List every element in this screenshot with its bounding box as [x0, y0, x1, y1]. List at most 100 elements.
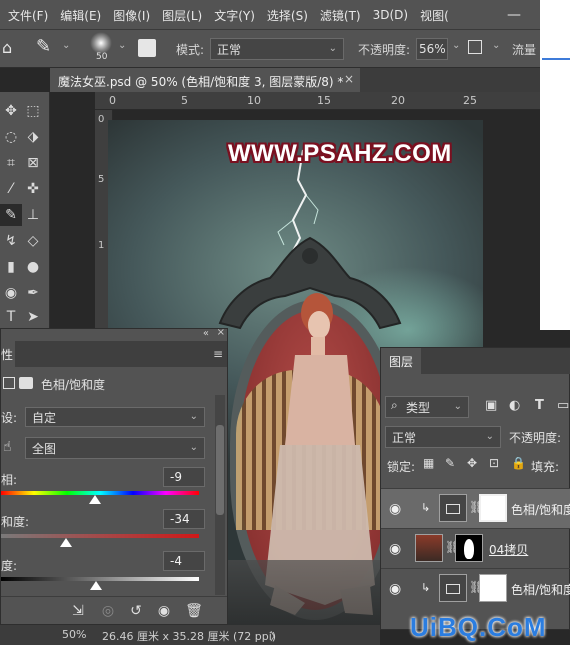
clip-to-layer-icon[interactable]: ⇲ [69, 602, 87, 620]
ruler-mark: 0 [98, 114, 105, 125]
saturation-input[interactable]: -34 [163, 509, 205, 529]
opacity-input[interactable]: 56% [416, 38, 448, 60]
opacity-settings-chevron-icon[interactable]: ⌄ [492, 40, 500, 51]
visibility-eye-icon[interactable]: ◉ [389, 581, 401, 597]
visibility-eye-icon[interactable]: ◉ [389, 501, 401, 517]
menu-edit[interactable]: 编辑(E) [60, 7, 101, 24]
saturation-slider[interactable] [1, 534, 199, 538]
minimize-button[interactable]: — [492, 0, 536, 30]
tab-layers[interactable]: 图层 [381, 348, 421, 374]
dodge-tool-icon[interactable]: ◉ [0, 282, 22, 304]
brush-size-label: 50 [96, 52, 108, 62]
brush-tool-icon[interactable]: ✎ [36, 36, 51, 57]
hue-input[interactable]: -9 [163, 467, 205, 487]
panel-menu-icon[interactable]: ≡ [213, 347, 223, 361]
lock-artboard-icon[interactable]: ⊡ [489, 456, 499, 470]
lock-transparent-icon[interactable]: ▦ [423, 456, 434, 470]
quick-select-tool-icon[interactable]: ⬗ [22, 126, 44, 148]
background-window [540, 0, 570, 330]
menu-select[interactable]: 选择(S) [267, 7, 308, 24]
layer-row[interactable]: ◉ ↳ ⛓ 色相/饱和度 [381, 568, 570, 608]
eyedropper-tool-icon[interactable]: ⁄ [0, 178, 22, 200]
mode-label: 模式: [176, 43, 205, 57]
pen-tool-icon[interactable]: ✒ [22, 282, 44, 304]
layer-thumbnail[interactable] [415, 534, 443, 562]
brush-size-chevron-icon[interactable]: ⌄ [118, 40, 126, 51]
mask-icon[interactable] [19, 377, 33, 389]
frame-tool-icon[interactable]: ⊠ [22, 152, 44, 174]
blend-mode-dropdown[interactable]: 正常 ⌄ [385, 426, 501, 448]
blur-tool-icon[interactable]: ● [22, 256, 44, 278]
visibility-eye-icon[interactable]: ◉ [155, 602, 173, 620]
tab-properties[interactable]: 性 [1, 341, 15, 367]
layer-row[interactable]: ◉ ⛓ 04拷贝 [381, 528, 570, 568]
lasso-tool-icon[interactable]: ◌ [0, 126, 22, 148]
layer-mask-thumbnail[interactable] [455, 534, 483, 562]
crop-tool-icon[interactable]: ⌗ [0, 152, 22, 174]
trash-icon[interactable]: 🗑 [185, 602, 203, 620]
lock-position-icon[interactable]: ✥ [467, 456, 477, 470]
healing-tool-icon[interactable]: ✜ [22, 178, 44, 200]
opacity-chevron-icon[interactable]: ⌄ [452, 40, 460, 51]
brush-tool-button-icon[interactable]: ✎ [0, 204, 22, 226]
brush-tip-preview[interactable] [90, 32, 112, 54]
layer-mask-thumbnail[interactable] [479, 574, 507, 602]
close-icon[interactable]: × [344, 72, 354, 86]
view-previous-state-icon[interactable]: ◎ [99, 602, 117, 620]
properties-panel: « × 性 ≡ 色相/饱和度 设: 自定 ⌄ ☝ 全图 ⌄ 相: -9 和度: -3… [0, 327, 228, 625]
layer-row[interactable]: ◉ ↳ ⛓ 色相/饱和度 [381, 488, 570, 528]
collapse-icon[interactable]: « [203, 328, 209, 339]
pressure-opacity-icon[interactable] [468, 40, 482, 54]
visibility-eye-icon[interactable]: ◉ [389, 541, 401, 557]
menu-3d[interactable]: 3D(D) [373, 8, 408, 22]
text-tool-icon[interactable]: T [0, 306, 22, 328]
reset-icon[interactable]: ↺ [127, 602, 145, 620]
saturation-slider-thumb[interactable] [60, 538, 73, 547]
text-filter-icon[interactable]: T [535, 398, 544, 413]
stamp-tool-icon[interactable]: ⊥ [22, 204, 44, 226]
preset-dropdown[interactable]: 自定 ⌄ [25, 407, 205, 427]
zoom-level[interactable]: 50% [62, 628, 86, 641]
preset-label: 设: [1, 411, 18, 425]
history-brush-tool-icon[interactable]: ↯ [0, 230, 22, 252]
channel-dropdown[interactable]: 全图 ⌄ [25, 437, 205, 459]
properties-scrollbar[interactable] [215, 395, 225, 595]
path-select-tool-icon[interactable]: ➤ [22, 306, 44, 328]
eraser-tool-icon[interactable]: ◇ [22, 230, 44, 252]
scrollbar-thumb[interactable] [216, 425, 224, 515]
menu-image[interactable]: 图像(I) [113, 7, 150, 24]
fill-label: 填充: [531, 460, 560, 474]
tab-document[interactable]: 魔法女巫.psd @ 50% (色相/饱和度 3, 图层蒙版/8) * × [50, 68, 360, 92]
layer-name[interactable]: 04拷贝 [489, 541, 528, 558]
mode-dropdown[interactable]: 正常 ⌄ [210, 38, 344, 60]
adjustment-filter-icon[interactable]: ◐ [509, 398, 520, 413]
hue-slider-thumb[interactable] [89, 495, 102, 504]
image-filter-icon[interactable]: ▣ [485, 398, 497, 413]
move-tool-icon[interactable]: ✥ [0, 100, 22, 122]
menu-filter[interactable]: 滤镜(T) [320, 7, 361, 24]
layer-filter-dropdown[interactable]: ⌕ 类型 ⌄ [385, 396, 469, 418]
menu-type[interactable]: 文字(Y) [214, 7, 255, 24]
blend-mode-value: 正常 [392, 430, 417, 445]
lightness-input[interactable]: -4 [163, 551, 205, 571]
menu-layer[interactable]: 图层(L) [162, 7, 202, 24]
close-icon[interactable]: × [217, 327, 225, 338]
hand-target-icon[interactable]: ☝ [3, 439, 12, 455]
lock-pixels-icon[interactable]: ✎ [445, 456, 455, 470]
lock-all-icon[interactable]: 🔒 [511, 456, 526, 470]
home-icon[interactable]: ⌂ [2, 38, 12, 57]
menu-file[interactable]: 文件(F) [8, 7, 48, 24]
brush-panel-icon[interactable] [138, 39, 156, 57]
layer-name[interactable]: 色相/饱和度 [511, 581, 570, 598]
gradient-tool-icon[interactable]: ▮ [0, 256, 22, 278]
minimize-icon: — [507, 7, 521, 23]
layers-header: 图层 [381, 348, 570, 374]
status-menu-icon[interactable]: 〉 [270, 628, 281, 644]
brush-preset-chevron-icon[interactable]: ⌄ [62, 40, 70, 51]
layer-name[interactable]: 色相/饱和度 [511, 501, 570, 518]
lightness-slider-thumb[interactable] [90, 581, 103, 590]
layer-mask-thumbnail[interactable] [479, 494, 507, 522]
marquee-tool-icon[interactable]: ⬚ [22, 100, 44, 122]
menu-view[interactable]: 视图( [420, 7, 449, 24]
shape-filter-icon[interactable]: ▭ [557, 398, 569, 413]
